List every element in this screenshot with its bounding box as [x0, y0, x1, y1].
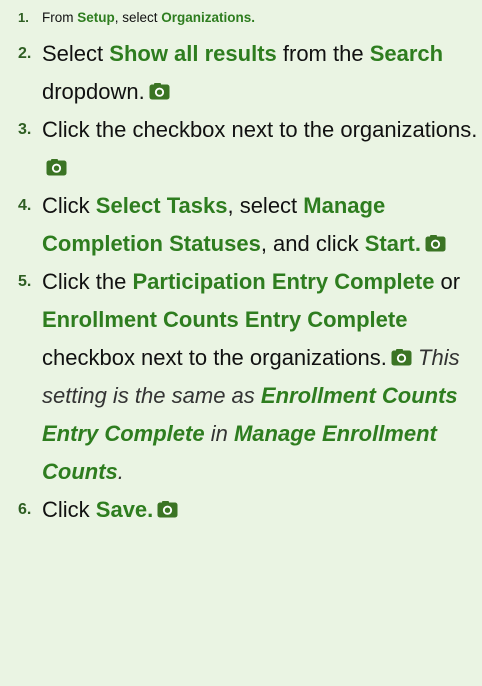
ui-term-start: Start. [364, 231, 421, 256]
step-number: 5. [18, 273, 32, 290]
camera-icon[interactable] [149, 83, 170, 100]
step-text: checkbox next to the organizations. [42, 345, 387, 370]
ui-term-participation-entry-complete: Participation Entry Complete [132, 269, 435, 294]
camera-icon[interactable] [46, 159, 67, 176]
step-number: 4. [18, 197, 32, 214]
step-text: Click the checkbox next to the organizat… [42, 117, 478, 142]
step-number: 1. [18, 10, 29, 25]
step-text: or [434, 269, 461, 294]
step-text: Click [42, 193, 96, 218]
camera-icon[interactable] [157, 501, 178, 518]
camera-icon[interactable] [425, 235, 446, 252]
step-text: , select [114, 10, 162, 25]
step-text: , and click [260, 231, 365, 256]
procedure-steps: 1. From Setup, select Organizations. 2. … [0, 0, 482, 529]
step-number: 2. [18, 45, 32, 62]
step-text: Select [42, 41, 110, 66]
step-3: 3. Click the checkbox next to the organi… [18, 111, 482, 187]
step-text: From [42, 10, 78, 25]
ui-term-setup: Setup [77, 10, 115, 25]
step-text: dropdown. [42, 79, 145, 104]
step-2: 2. Select Show all results from the Sear… [18, 35, 482, 111]
step-text: from the [276, 41, 370, 66]
step-text: Click [42, 497, 96, 522]
step-1: 1. From Setup, select Organizations. [18, 4, 482, 35]
ui-term-show-all-results: Show all results [109, 41, 277, 66]
step-text: , select [227, 193, 304, 218]
ui-term-save: Save. [95, 497, 154, 522]
note-text: in [204, 421, 234, 446]
ui-term-organizations: Organizations. [161, 10, 256, 25]
camera-icon[interactable] [391, 349, 412, 366]
step-number: 6. [18, 501, 32, 518]
ui-term-search: Search [369, 41, 444, 66]
note-text: . [117, 459, 124, 484]
ui-term-select-tasks: Select Tasks [95, 193, 228, 218]
step-text: Click the [42, 269, 133, 294]
step-5: 5. Click the Participation Entry Complet… [18, 263, 482, 491]
step-4: 4. Click Select Tasks, select Manage Com… [18, 187, 482, 263]
step-6: 6. Click Save. [18, 491, 482, 529]
step-number: 3. [18, 121, 32, 138]
ui-term-enrollment-counts-entry-complete: Enrollment Counts Entry Complete [42, 307, 408, 332]
